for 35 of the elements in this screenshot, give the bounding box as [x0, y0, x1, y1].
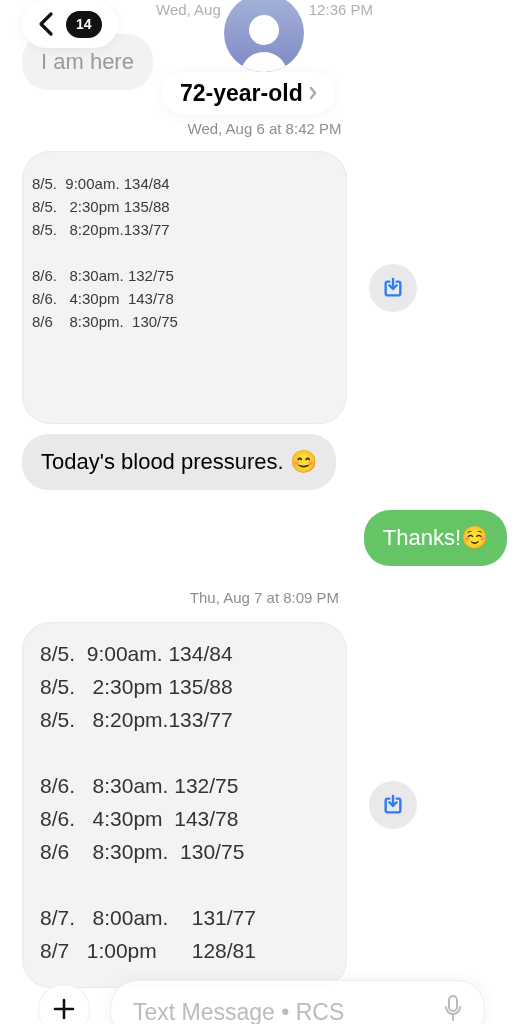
message-timestamp: Wed, Aug [156, 0, 221, 20]
save-button[interactable] [369, 263, 417, 312]
save-button[interactable] [369, 781, 417, 829]
message-timestamp: Wed, Aug 6 at 8:42 PM [187, 119, 342, 139]
reading-line: 8/5. 2:30pm 135/88 [32, 197, 171, 217]
reading-line: 8/5. 2:30pm 135/88 [40, 674, 234, 700]
reading-line: 8/6 8:30pm. 130/75 [40, 839, 246, 865]
unread-count-badge: 14 [66, 10, 102, 38]
message-input[interactable]: Text Message • RCS [133, 995, 444, 1024]
reading-line: 8/5. 9:00am. 134/84 [40, 641, 234, 667]
reading-line: 8/7. 8:00am. 131/77 [40, 905, 257, 931]
reading-line: 8/6. 8:30am. 132/75 [32, 266, 175, 286]
reading-line: 8/5. 8:20pm.133/77 [32, 220, 171, 240]
screenshot-attachment[interactable]: 8/5. 9:00am. 134/84 8/5. 2:30pm 135/88 8/5. 8:20pm.133/77 8/6. 8:30am. 132/75 8/6. 4:30pm 143/78 8/6 8:30pm. 130/75 8/7. 8:00am. 131/77 8/7 1:00pm 128/81 [22, 622, 347, 988]
reading-line: 8/6 8:30pm. 130/75 [32, 312, 179, 332]
message-bubble: Thanks!☺ [363, 510, 507, 566]
microphone-icon [444, 995, 462, 1021]
download-icon [382, 794, 404, 816]
reading-line: 8/7 1:00pm 128/81 [40, 938, 257, 964]
reading-line: 8/6. 4:30pm 143/78 [32, 289, 175, 309]
message-bubble: Today's blood pressures. 😊 [22, 434, 336, 490]
add-button[interactable] [38, 984, 90, 1024]
reading-line: 8/5. 9:00am. 134/84 [32, 174, 171, 194]
message-timestamp: Thu, Aug 7 at 8:09 PM [189, 588, 340, 608]
message-timestamp: 12:36 PM [308, 0, 373, 20]
message-input-field[interactable]: Text Message • RCS [110, 980, 485, 1024]
reading-line: 8/6. 8:30am. 132/75 [40, 773, 240, 799]
back-button[interactable]: 14 [22, 0, 118, 48]
plus-icon [53, 998, 75, 1020]
screenshot-attachment[interactable]: 8/5. 9:00am. 134/84 8/5. 2:30pm 135/88 8/5. 8:20pm.133/77 8/6. 8:30am. 132/75 8/6. 4:30pm 143/78 8/6 8:30pm. 130/75 [22, 151, 347, 424]
chevron-right-icon [308, 86, 317, 100]
reading-line: 8/5. 8:20pm.133/77 [40, 707, 234, 733]
back-chevron-icon [38, 11, 54, 37]
reading-line: 8/6. 4:30pm 143/78 [40, 806, 240, 832]
download-icon [382, 276, 404, 299]
